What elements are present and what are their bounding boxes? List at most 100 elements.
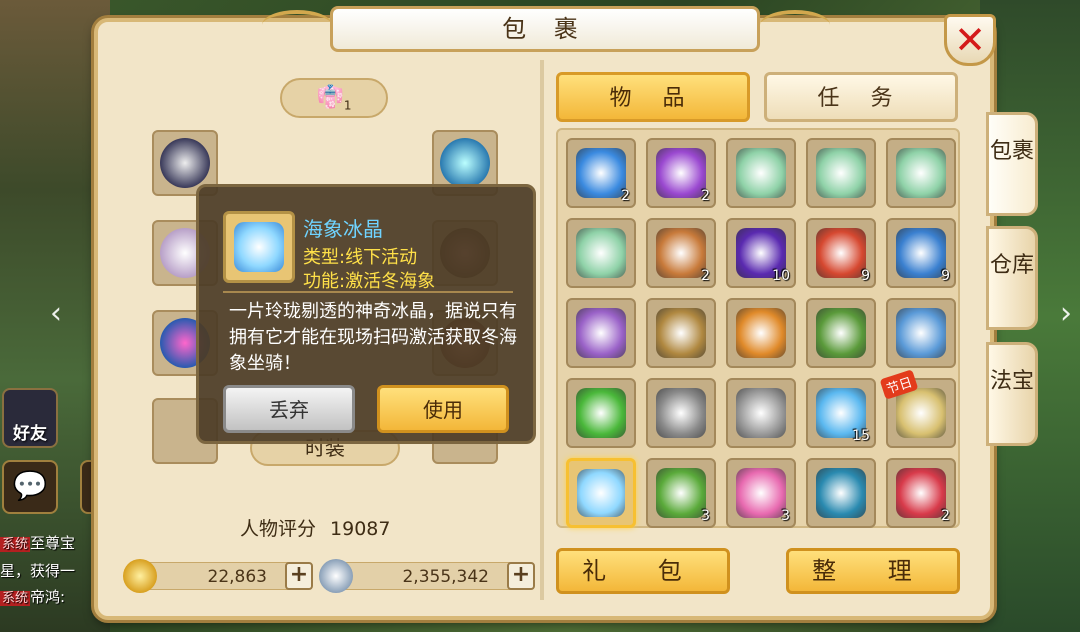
tooltip-description: 一片玲珑剔透的神奇冰晶，据说只有拥有它才能在现场扫码激活获取冬海象坐骑！ — [229, 301, 517, 374]
green-bundle-icon — [656, 468, 706, 518]
friends-label: 好友 — [13, 424, 47, 444]
inventory-slot[interactable] — [806, 298, 876, 368]
cards-icon — [896, 388, 946, 438]
equipment-tier: 1 — [343, 98, 352, 113]
green-ticket-icon — [896, 148, 946, 198]
tab-items[interactable]: 物 品 — [556, 72, 750, 122]
stone-tablet-icon — [736, 388, 786, 438]
item-count: 9 — [941, 268, 950, 284]
silver-value: 2,355,342 — [402, 567, 489, 587]
item-count: 2 — [621, 188, 630, 204]
sort-button[interactable]: 整 理 — [786, 548, 960, 594]
purple-crystal-icon — [656, 148, 706, 198]
blue-bowl-icon — [896, 228, 946, 278]
ice-crystal-icon — [577, 469, 625, 517]
equipment-header[interactable]: 👘1 — [280, 78, 388, 118]
inventory-slot[interactable] — [646, 378, 716, 448]
chat-icon[interactable]: 💬 — [2, 460, 58, 514]
red-bowl-icon — [816, 228, 866, 278]
inventory-slot[interactable]: 10 — [726, 218, 796, 288]
panel-divider — [540, 60, 544, 600]
item-count: 9 — [861, 268, 870, 284]
gold-coin-icon — [123, 559, 157, 593]
inventory-slot[interactable]: 2 — [886, 458, 956, 528]
inventory-slot[interactable]: 15 — [806, 378, 876, 448]
inventory-slot[interactable] — [726, 138, 796, 208]
inventory-slot[interactable]: 2 — [646, 218, 716, 288]
add-silver-button[interactable]: + — [507, 562, 535, 590]
item-count: 2 — [941, 508, 950, 524]
inventory-grid: 2 2 2 10 9 9 15 节日 3 3 2 — [556, 128, 960, 528]
hat-icon — [160, 138, 210, 188]
inventory-slot[interactable]: 2 — [566, 138, 636, 208]
chat-tag: 系统 — [0, 537, 31, 552]
inventory-slot[interactable] — [566, 458, 636, 528]
ice-crystal-icon — [234, 222, 284, 272]
inventory-slot[interactable] — [806, 458, 876, 528]
inventory-slot[interactable]: 2 — [646, 138, 716, 208]
title-ornament-right — [760, 10, 830, 40]
item-count: 10 — [772, 268, 790, 284]
tooltip-type: 类型:线下活动 — [303, 247, 418, 268]
inventory-slot[interactable] — [726, 298, 796, 368]
red-pouch-icon — [896, 468, 946, 518]
item-count: 3 — [781, 508, 790, 524]
inventory-slot[interactable] — [886, 298, 956, 368]
tooltip-separator — [223, 291, 513, 293]
close-button[interactable]: ✕ — [944, 14, 996, 66]
inventory-slot[interactable]: 9 — [886, 218, 956, 288]
right-arrow-icon[interactable]: › — [1060, 296, 1072, 331]
chat-tag: 系统 — [0, 591, 31, 606]
green-gourd-icon — [576, 388, 626, 438]
mooncake-icon — [736, 308, 786, 358]
tab-quests[interactable]: 任 务 — [764, 72, 958, 122]
inventory-slot[interactable]: 3 — [726, 458, 796, 528]
inventory-slot[interactable] — [726, 378, 796, 448]
chat-text: 至尊宝 — [30, 534, 76, 552]
green-ticket-icon — [576, 228, 626, 278]
inventory-slot[interactable] — [566, 218, 636, 288]
blue-pouch-icon — [896, 308, 946, 358]
use-button[interactable]: 使用 — [377, 385, 509, 433]
tooltip-item-name: 海象冰晶 — [303, 217, 383, 241]
inventory-slot[interactable]: 节日 — [879, 369, 956, 448]
item-count: 3 — [701, 508, 710, 524]
inventory-slot[interactable] — [566, 378, 636, 448]
item-tooltip: 海象冰晶 类型:线下活动 功能:激活冬海象 一片玲珑剔透的神奇冰晶，据说只有拥有… — [196, 184, 536, 444]
inventory-slot[interactable] — [566, 298, 636, 368]
green-ticket-icon — [816, 148, 866, 198]
side-tab-warehouse[interactable]: 仓库 — [986, 226, 1038, 330]
item-count: 15 — [852, 428, 870, 444]
discard-button[interactable]: 丢弃 — [223, 385, 355, 433]
item-count: 2 — [701, 188, 710, 204]
score-label: 人物评分 — [240, 518, 317, 540]
inventory-slot[interactable] — [806, 138, 876, 208]
necklace-icon — [440, 138, 490, 188]
inventory-slot[interactable]: 3 — [646, 458, 716, 528]
left-arrow-icon[interactable]: ‹ — [50, 296, 62, 331]
gold-currency: 22,863 + — [123, 559, 313, 593]
side-tab-treasure[interactable]: 法宝 — [986, 342, 1038, 446]
inventory-slot[interactable] — [886, 138, 956, 208]
purple-pouch-icon — [576, 308, 626, 358]
window-title: 包 裹 — [330, 6, 760, 52]
fruit-crate-icon — [656, 308, 706, 358]
water-strip-icon — [816, 468, 866, 518]
chat-text: 星，获得一 — [0, 562, 76, 580]
silver-currency: 2,355,342 + — [319, 559, 535, 593]
item-count: 2 — [701, 268, 710, 284]
green-ticket-icon — [736, 148, 786, 198]
friends-button[interactable]: 好友 — [2, 388, 58, 448]
gift-button[interactable]: 礼 包 — [556, 548, 730, 594]
robe-icon: 👘 — [316, 85, 344, 110]
score-value: 19087 — [330, 518, 391, 540]
blue-crystal-icon — [576, 148, 626, 198]
side-tab-bag[interactable]: 包裹 — [986, 112, 1038, 216]
bamboo-icon — [816, 308, 866, 358]
inventory-slot[interactable]: 9 — [806, 218, 876, 288]
add-gold-button[interactable]: + — [285, 562, 313, 590]
chat-text: 帝鸿: — [30, 588, 66, 606]
inventory-slot[interactable] — [646, 298, 716, 368]
gold-value: 22,863 — [207, 567, 267, 587]
tooltip-function: 功能:激活冬海象 — [303, 271, 436, 292]
